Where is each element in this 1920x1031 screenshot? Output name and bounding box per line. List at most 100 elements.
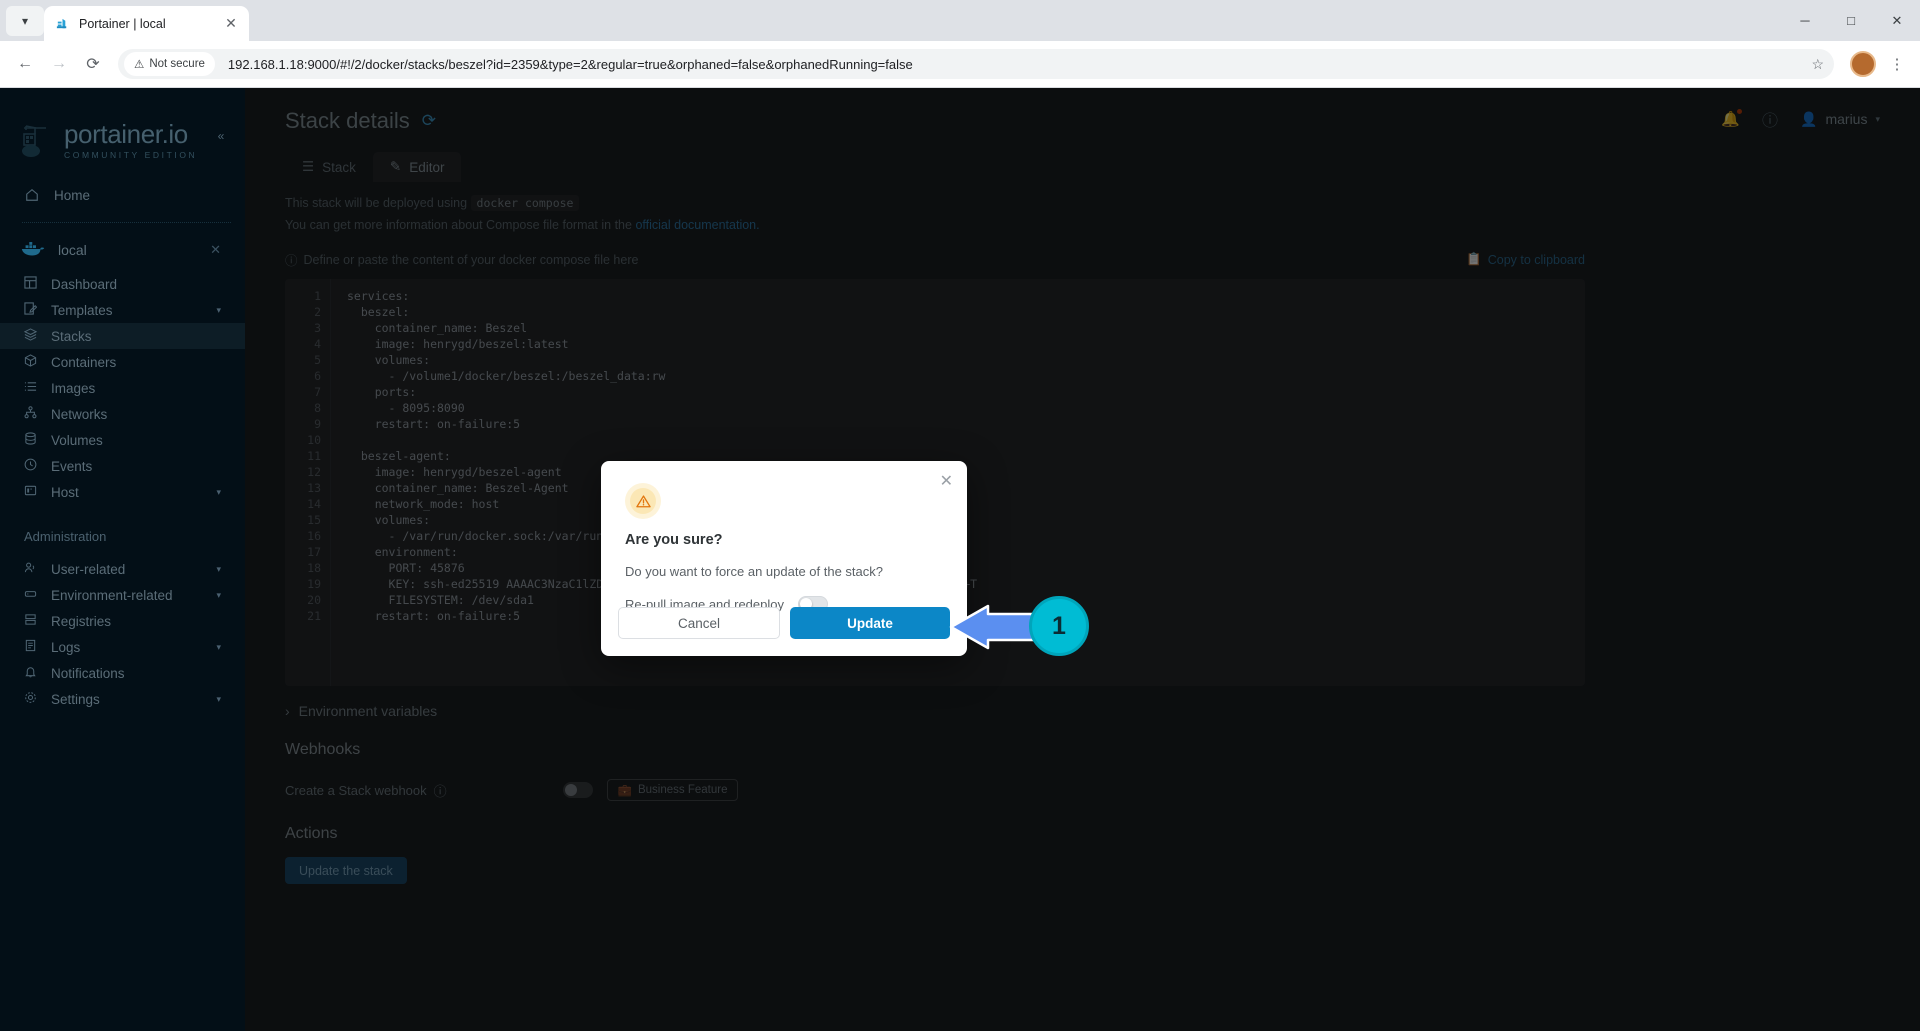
- chevron-down-icon[interactable]: ▾: [216, 305, 221, 316]
- close-icon[interactable]: ✕: [223, 15, 239, 32]
- sidebar-item-settings[interactable]: Settings ▾: [0, 686, 245, 712]
- maximize-icon[interactable]: □: [1828, 0, 1874, 41]
- sidebar-item-events[interactable]: Events: [0, 453, 245, 479]
- chevron-down-icon[interactable]: ▾: [216, 564, 221, 575]
- warning-triangle-icon: [630, 488, 656, 514]
- chevron-down-icon[interactable]: ▾: [216, 694, 221, 705]
- sidebar-item-user-related[interactable]: User-related ▾: [0, 556, 245, 582]
- sidebar-item-networks[interactable]: Networks: [0, 401, 245, 427]
- sidebar-item-label: Registries: [51, 613, 112, 629]
- close-icon[interactable]: ✕: [210, 242, 221, 258]
- browser-toolbar: ← → ⟳ ⚠ Not secure 192.168.1.18:9000/#!/…: [0, 41, 1920, 88]
- sidebar-item-registries[interactable]: Registries: [0, 608, 245, 634]
- url-text[interactable]: 192.168.1.18:9000/#!/2/docker/stacks/bes…: [228, 57, 1804, 72]
- brand-name: portainer.io: [64, 118, 188, 149]
- template-icon: [24, 302, 38, 318]
- minimize-icon[interactable]: ─: [1782, 0, 1828, 41]
- networks-icon: [24, 406, 37, 422]
- tab-list-chevron-icon[interactable]: ▾: [6, 6, 44, 36]
- avatar[interactable]: [1850, 51, 1876, 77]
- volumes-icon: [24, 432, 37, 448]
- users-icon: [24, 561, 37, 577]
- sidebar-item-label: Networks: [51, 406, 108, 422]
- container-icon: [24, 354, 37, 370]
- annotation-arrow: [945, 604, 1035, 650]
- sidebar-item-containers[interactable]: Containers: [0, 349, 245, 375]
- dialog-buttons: Cancel Update: [618, 607, 950, 639]
- address-bar[interactable]: ⚠ Not secure 192.168.1.18:9000/#!/2/dock…: [118, 49, 1834, 79]
- sidebar-item-logs[interactable]: Logs ▾: [0, 634, 245, 660]
- sidebar-item-stacks[interactable]: Stacks: [0, 323, 245, 349]
- events-clock-icon: [24, 458, 37, 474]
- sidebar-item-label: Dashboard: [51, 276, 118, 292]
- warning-triangle-icon: ⚠: [134, 59, 145, 71]
- sidebar-item-label: Environment-related: [51, 587, 173, 603]
- chevron-down-icon[interactable]: ▾: [216, 590, 221, 601]
- sidebar-item-home[interactable]: Home: [0, 182, 245, 208]
- chevron-down-icon[interactable]: ▾: [216, 642, 221, 653]
- environment-icon: [24, 587, 37, 603]
- sidebar-item-label: Settings: [51, 691, 100, 707]
- home-icon: [24, 188, 40, 202]
- security-label: Not secure: [149, 58, 205, 70]
- browser-tab[interactable]: Portainer | local ✕: [44, 6, 249, 41]
- sidebar-item-label: Images: [51, 380, 96, 396]
- docker-whale-icon: [20, 240, 46, 260]
- sidebar-environment: local ✕: [0, 233, 245, 267]
- browser-tabstrip: ▾ Portainer | local ✕ ─ □ ✕: [0, 0, 1920, 41]
- sidebar: portainer.io COMMUNITY EDITION « Home lo…: [0, 88, 245, 1031]
- sidebar-item-dashboard[interactable]: Dashboard: [0, 271, 245, 297]
- browser-tab-title: Portainer | local: [79, 16, 166, 31]
- sidebar-item-label: User-related: [51, 561, 126, 577]
- sidebar-item-label: Volumes: [51, 432, 103, 448]
- registries-icon: [24, 613, 37, 629]
- sidebar-item-images[interactable]: Images: [0, 375, 245, 401]
- close-icon[interactable]: ✕: [940, 471, 953, 491]
- chevron-down-icon[interactable]: ▾: [216, 487, 221, 498]
- portainer-logo-icon: [20, 120, 58, 160]
- sidebar-item-environment-related[interactable]: Environment-related ▾: [0, 582, 245, 608]
- sidebar-item-templates[interactable]: Templates ▾: [0, 297, 245, 323]
- sidebar-item-label: Stacks: [51, 328, 92, 344]
- arrow-right-icon[interactable]: →: [44, 49, 74, 79]
- sidebar-divider: [22, 222, 231, 223]
- update-button[interactable]: Update: [790, 607, 950, 639]
- browser-window: ▾ Portainer | local ✕ ─ □ ✕ ← → ⟳ ⚠ Not …: [0, 0, 1920, 1031]
- brand-subtitle: COMMUNITY EDITION: [64, 149, 198, 160]
- dialog-title: Are you sure?: [625, 532, 723, 548]
- annotation-step-badge: 1: [1029, 596, 1089, 656]
- sidebar-item-label: Notifications: [51, 665, 125, 681]
- kebab-menu-icon[interactable]: ⋮: [1884, 55, 1910, 73]
- logs-icon: [24, 639, 37, 655]
- sidebar-item-host[interactable]: Host ▾: [0, 479, 245, 505]
- main-content: Stack details ⟳ 🔔 ⓘ 👤 marius ▾ ☰ Stac: [245, 88, 1920, 1031]
- star-icon[interactable]: ☆: [1803, 56, 1824, 73]
- sidebar-item-label: Host: [51, 484, 79, 500]
- warning-icon-wrapper: [625, 483, 661, 519]
- window-controls: ─ □ ✕: [1782, 0, 1920, 41]
- sidebar-section-administration: Administration: [24, 529, 107, 544]
- sidebar-item-label: Events: [51, 458, 93, 474]
- sidebar-item-notifications[interactable]: Notifications: [0, 660, 245, 686]
- chevron-double-left-icon[interactable]: «: [211, 126, 231, 146]
- cancel-button[interactable]: Cancel: [618, 607, 780, 639]
- arrow-left-icon[interactable]: ←: [10, 49, 40, 79]
- dialog-message: Do you want to force an update of the st…: [625, 564, 883, 579]
- sidebar-environment-name: local: [58, 242, 87, 258]
- window-close-icon[interactable]: ✕: [1874, 0, 1920, 41]
- sidebar-environment-row[interactable]: local ✕: [0, 233, 245, 267]
- portainer-app: portainer.io COMMUNITY EDITION « Home lo…: [0, 88, 1920, 1031]
- portainer-favicon: [54, 16, 70, 32]
- notifications-icon: [24, 665, 37, 681]
- confirm-update-dialog: ✕ Are you sure? Do you want to force an …: [601, 461, 967, 656]
- sidebar-item-label: Home: [54, 187, 91, 203]
- sidebar-item-label: Containers: [51, 354, 117, 370]
- security-indicator[interactable]: ⚠ Not secure: [124, 52, 215, 76]
- host-icon: [24, 484, 37, 500]
- brand[interactable]: portainer.io COMMUNITY EDITION: [0, 110, 245, 170]
- dashboard-icon: [24, 276, 37, 292]
- modal-backdrop[interactable]: [245, 88, 1920, 1031]
- sidebar-item-volumes[interactable]: Volumes: [0, 427, 245, 453]
- reload-icon[interactable]: ⟳: [78, 49, 108, 79]
- settings-gear-icon: [24, 691, 37, 707]
